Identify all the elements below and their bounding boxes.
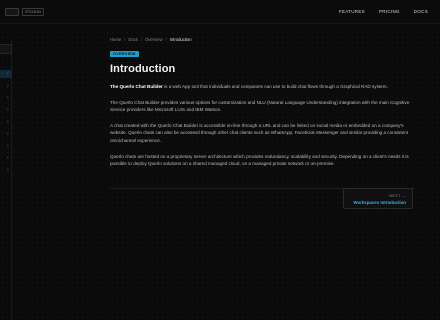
nav-docs[interactable]: DOCS (414, 9, 428, 14)
sidebar: › › › › › › › › › (0, 40, 12, 320)
chevron-right-icon[interactable]: › (7, 168, 9, 173)
breadcrumb-docs[interactable]: Docs (128, 37, 138, 42)
breadcrumb-separator: / (140, 36, 143, 42)
breadcrumb-home[interactable]: Home (110, 37, 121, 42)
page-title: Introduction (110, 63, 176, 75)
sidebar-item-active[interactable] (0, 70, 12, 78)
chevron-right-icon[interactable]: › (7, 120, 9, 125)
next-page-button[interactable]: NEXT → Workspaces Introduction (343, 188, 413, 209)
paragraph-1: The Querlo Chat Builder is a web App too… (110, 83, 412, 91)
next-page-title[interactable]: Workspaces Introduction (353, 200, 406, 205)
paragraph-2: The Querlo Chat Builder provides various… (110, 99, 410, 113)
sidebar-search-input[interactable] (0, 44, 12, 54)
nav-pricing[interactable]: PRICING (379, 9, 400, 14)
breadcrumb-separator: / (165, 36, 167, 42)
product-name: The Querlo Chat Builder (110, 84, 163, 89)
logo[interactable] (5, 8, 19, 16)
paragraph-3: A chat created with the Querlo Chat Buil… (110, 122, 408, 143)
studio-badge: STUDIO (22, 8, 45, 16)
main-nav: FEATURES PRICING DOCS (339, 9, 428, 14)
paragraph-4: Querlo chats are hosted on a proprietary… (110, 153, 409, 167)
section-badge: OVERVIEW (110, 51, 139, 57)
breadcrumb-separator: / (124, 36, 126, 42)
breadcrumb: Home / Docs / Overview / Introduction (110, 36, 415, 42)
chevron-right-icon[interactable]: › (7, 144, 9, 149)
chevron-right-icon[interactable]: › (7, 72, 9, 77)
chevron-right-icon[interactable]: › (7, 156, 9, 161)
breadcrumb-current: Introduction (169, 36, 192, 42)
next-label: NEXT → (389, 194, 406, 198)
chevron-right-icon[interactable]: › (7, 96, 9, 101)
top-bar: STUDIO FEATURES PRICING DOCS (0, 0, 440, 24)
chevron-right-icon[interactable]: › (7, 132, 9, 137)
paragraph-text: is a web App tool that individuals and c… (162, 84, 388, 89)
chevron-right-icon[interactable]: › (7, 108, 9, 113)
main-content: Home / Docs / Overview / Introduction OV… (110, 36, 415, 189)
nav-features[interactable]: FEATURES (339, 9, 365, 14)
breadcrumb-overview[interactable]: Overview (145, 37, 162, 42)
chevron-right-icon[interactable]: › (7, 84, 9, 89)
